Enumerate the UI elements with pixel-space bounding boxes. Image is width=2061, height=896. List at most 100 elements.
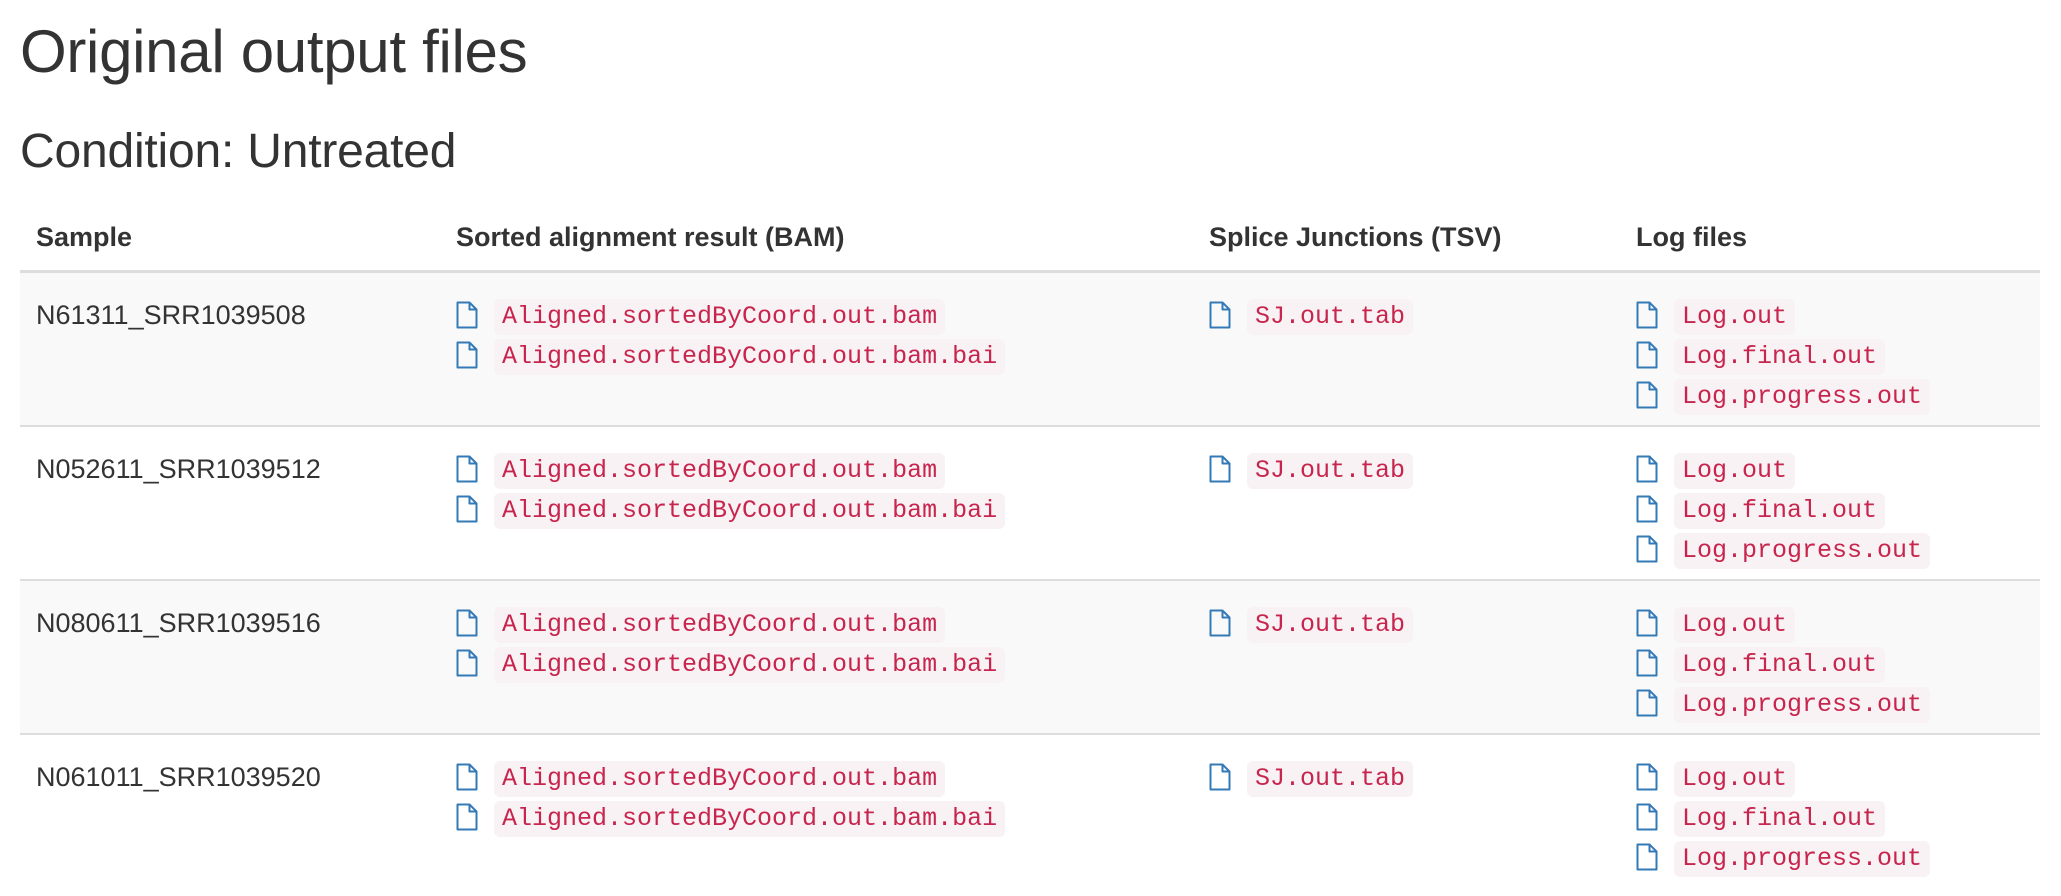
file-name[interactable]: SJ.out.tab [1247, 760, 1414, 797]
file-name[interactable]: SJ.out.tab [1247, 299, 1414, 335]
file-icon-graphic [1636, 649, 1658, 676]
file-name[interactable]: Log.final.out [1674, 646, 1886, 683]
file-link[interactable]: Log.progress.out [1636, 839, 2040, 879]
file-link[interactable]: Aligned.sortedByCoord.out.bam [456, 297, 1193, 337]
file-name[interactable]: Aligned.sortedByCoord.out.bam.bai [494, 646, 1006, 683]
file-name[interactable]: Aligned.sortedByCoord.out.bam [494, 606, 946, 643]
file-name[interactable]: Log.final.out [1674, 800, 1886, 837]
file-name[interactable]: Log.progress.out [1674, 686, 1931, 723]
file-icon [456, 341, 484, 373]
file-icon [1636, 843, 1664, 875]
sample-name: N080611_SRR1039516 [36, 607, 321, 638]
column-header-splice-junctions: Splice Junctions (TSV) [1193, 204, 1620, 273]
file-link[interactable]: Log.final.out [1636, 799, 2040, 839]
file-icon-graphic [1636, 803, 1658, 830]
output-files-table: Sample Sorted alignment result (BAM) Spl… [20, 204, 2040, 888]
file-icon-graphic [456, 609, 478, 636]
file-icon-graphic [1636, 609, 1658, 636]
bam-files-cell: Aligned.sortedByCoord.out.bam Aligned.sor… [440, 734, 1193, 888]
file-icon [1636, 803, 1664, 835]
file-link[interactable]: Aligned.sortedByCoord.out.bam [456, 605, 1193, 645]
splice-junctions-cell: SJ.out.tab [1193, 425, 1620, 581]
file-link[interactable]: Log.out [1636, 605, 2040, 645]
file-icon [1209, 609, 1237, 641]
column-header-log-files: Log files [1620, 204, 2040, 273]
file-link[interactable]: Aligned.sortedByCoord.out.bam.bai [456, 799, 1193, 839]
file-link[interactable]: Log.out [1636, 297, 2040, 337]
file-icon [456, 455, 484, 487]
sample-name: N061011_SRR1039520 [36, 761, 321, 792]
file-name[interactable]: Log.out [1674, 452, 1796, 489]
splice-junctions-cell: SJ.out.tab [1193, 734, 1620, 888]
file-name[interactable]: Aligned.sortedByCoord.out.bam [494, 452, 946, 489]
file-link[interactable]: SJ.out.tab [1209, 451, 1620, 491]
file-icon-graphic [1209, 301, 1231, 329]
file-icon-graphic [456, 455, 478, 482]
file-link[interactable]: SJ.out.tab [1209, 297, 1620, 337]
file-link[interactable]: Aligned.sortedByCoord.out.bam.bai [456, 337, 1193, 377]
file-icon-graphic [1636, 301, 1658, 329]
file-name[interactable]: Log.final.out [1674, 492, 1886, 529]
table-row: N052611_SRR1039512 Aligned.sortedByCoord.… [20, 425, 2040, 581]
bam-files-cell: Aligned.sortedByCoord.out.bam Aligned.sor… [440, 425, 1193, 581]
file-link[interactable]: SJ.out.tab [1209, 759, 1620, 799]
file-link[interactable]: Log.progress.out [1636, 531, 2040, 571]
file-link[interactable]: Log.progress.out [1636, 377, 2040, 417]
file-icon [1636, 381, 1664, 413]
file-icon-graphic [1636, 495, 1658, 522]
table-row: N061011_SRR1039520 Aligned.sortedByCoord.… [20, 734, 2040, 888]
file-name[interactable]: SJ.out.tab [1247, 606, 1414, 643]
file-link[interactable]: Log.final.out [1636, 645, 2040, 685]
file-icon [456, 301, 484, 333]
file-name[interactable]: Aligned.sortedByCoord.out.bam.bai [494, 339, 1006, 375]
file-link[interactable]: Aligned.sortedByCoord.out.bam [456, 759, 1193, 799]
table-row: N080611_SRR1039516 Aligned.sortedByCoord.… [20, 579, 2040, 735]
file-icon-graphic [1209, 455, 1231, 482]
file-icon-graphic [456, 341, 478, 369]
file-icon-graphic [1636, 381, 1658, 409]
file-link[interactable]: Aligned.sortedByCoord.out.bam.bai [456, 645, 1193, 685]
file-icon [456, 609, 484, 641]
table-row: N61311_SRR1039508 Aligned.sortedByCoord.o… [20, 271, 2040, 427]
file-name[interactable]: Log.out [1674, 606, 1796, 643]
log-files-cell: Log.out Log.final.out Log.progress.out [1620, 271, 2040, 427]
file-icon-graphic [1636, 455, 1658, 482]
file-icon [1636, 535, 1664, 567]
file-link[interactable]: Log.progress.out [1636, 685, 2040, 725]
file-name[interactable]: Log.progress.out [1674, 840, 1931, 877]
file-name[interactable]: Aligned.sortedByCoord.out.bam.bai [494, 800, 1006, 837]
sample-cell: N061011_SRR1039520 [20, 734, 440, 888]
sample-cell: N080611_SRR1039516 [20, 579, 440, 735]
file-icon [1636, 301, 1664, 333]
file-link[interactable]: Log.final.out [1636, 491, 2040, 531]
file-name[interactable]: Log.progress.out [1674, 379, 1931, 415]
log-files-cell: Log.out Log.final.out Log.progress.out [1620, 579, 2040, 735]
file-icon [1209, 301, 1237, 333]
file-icon-graphic [456, 301, 478, 329]
bam-files-cell: Aligned.sortedByCoord.out.bam Aligned.sor… [440, 579, 1193, 735]
file-icon [456, 649, 484, 681]
file-link[interactable]: Log.out [1636, 759, 2040, 799]
file-link[interactable]: Log.out [1636, 451, 2040, 491]
table-header: Sample Sorted alignment result (BAM) Spl… [20, 204, 2040, 273]
file-name[interactable]: Aligned.sortedByCoord.out.bam [494, 760, 946, 797]
log-files-cell: Log.out Log.final.out Log.progress.out [1620, 425, 2040, 581]
file-icon [1636, 689, 1664, 721]
file-icon [1636, 649, 1664, 681]
file-link[interactable]: Aligned.sortedByCoord.out.bam.bai [456, 491, 1193, 531]
file-link[interactable]: SJ.out.tab [1209, 605, 1620, 645]
file-name[interactable]: Log.final.out [1674, 339, 1886, 375]
sample-name: N052611_SRR1039512 [36, 453, 321, 484]
file-icon [1209, 455, 1237, 487]
file-name[interactable]: Log.out [1674, 299, 1796, 335]
file-link[interactable]: Aligned.sortedByCoord.out.bam [456, 451, 1193, 491]
file-name[interactable]: SJ.out.tab [1247, 452, 1414, 489]
file-icon-graphic [1209, 763, 1231, 790]
file-name[interactable]: Aligned.sortedByCoord.out.bam.bai [494, 492, 1006, 529]
file-name[interactable]: Log.out [1674, 760, 1796, 797]
file-icon [1636, 763, 1664, 795]
file-link[interactable]: Log.final.out [1636, 337, 2040, 377]
page: Original output files Condition: Untreat… [0, 0, 2061, 896]
file-name[interactable]: Aligned.sortedByCoord.out.bam [494, 299, 946, 335]
file-name[interactable]: Log.progress.out [1674, 532, 1931, 569]
